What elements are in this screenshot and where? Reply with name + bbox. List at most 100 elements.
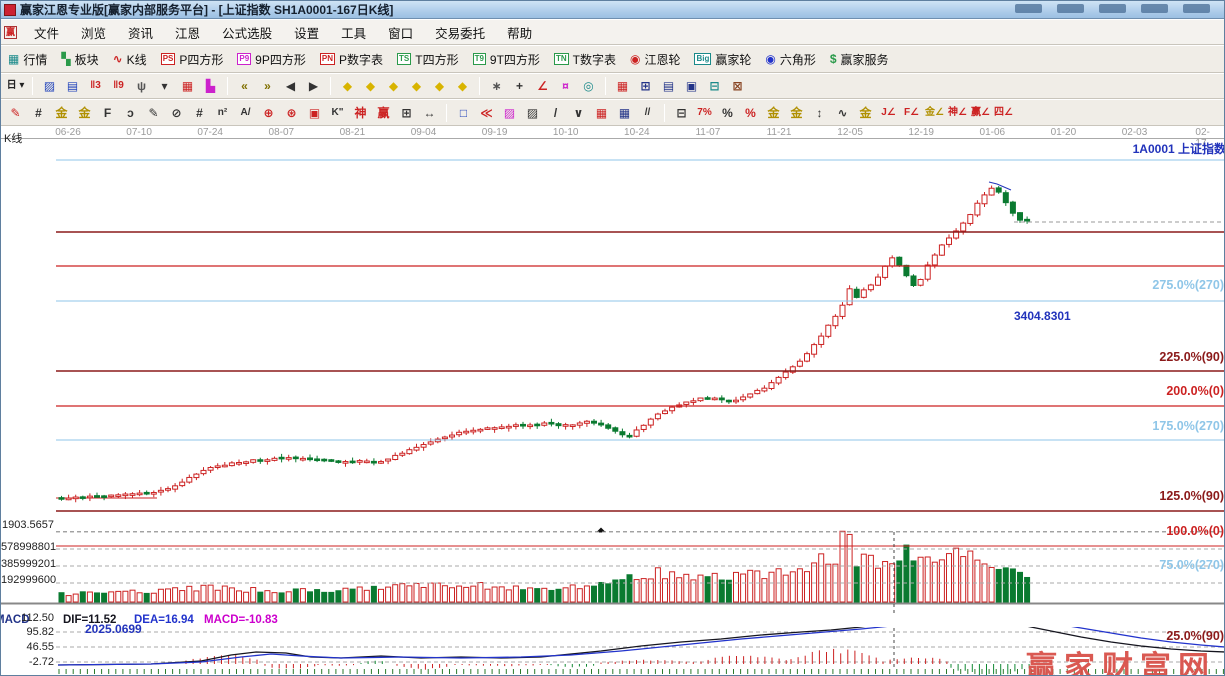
gold-line-icon[interactable]: 金	[786, 103, 807, 122]
menu-item[interactable]: 浏览	[70, 20, 117, 45]
toolbar-main-button[interactable]: P9 9P四方形	[230, 49, 312, 70]
angle-tool-icon[interactable]: ∠	[532, 77, 553, 96]
titlebar-button-4[interactable]	[1141, 4, 1168, 13]
ruler-123-icon[interactable]: ⊞	[396, 103, 417, 122]
percent-line-icon[interactable]: %	[740, 103, 761, 122]
toolbar-main-button[interactable]: ▦ 行情	[1, 49, 54, 70]
j-angle-icon[interactable]: J∠	[878, 103, 899, 122]
chart-canvas[interactable]	[1, 137, 1225, 676]
menu-item[interactable]: 交易委托	[424, 20, 496, 45]
shen-angle-icon[interactable]: 神∠	[947, 103, 968, 122]
measure-icon[interactable]: ↕	[809, 103, 830, 122]
gold-angle-icon[interactable]: 金∠	[924, 103, 945, 122]
gann-diamond-full-icon[interactable]: ◆	[452, 77, 473, 96]
toolbar-main-button[interactable]: PN P数字表	[313, 49, 390, 70]
last-bar-icon[interactable]: »	[257, 77, 278, 96]
titlebar-button-5[interactable]	[1183, 4, 1210, 13]
pin-tool-icon[interactable]: ψ	[131, 77, 152, 96]
gold-circle-icon[interactable]: 金	[763, 103, 784, 122]
menu-item[interactable]: 设置	[283, 20, 330, 45]
gann-diamond-v-icon[interactable]: ◆	[429, 77, 450, 96]
ying-angle-icon[interactable]: 赢∠	[970, 103, 991, 122]
percent-7-icon[interactable]: 7%	[694, 103, 715, 122]
pencil2-icon[interactable]: ✎	[143, 103, 164, 122]
toolbar-main-button[interactable]: PS P四方形	[154, 49, 231, 70]
toolbar-main-button[interactable]: $ 赢家服务	[823, 49, 896, 70]
toolbar-main-button[interactable]: TN T数字表	[547, 49, 623, 70]
chip-distribution-icon[interactable]: ▨	[39, 77, 60, 96]
grid-red-icon[interactable]: ▦	[591, 103, 612, 122]
grid-navy-icon[interactable]: ▦	[614, 103, 635, 122]
profile-chart-icon[interactable]: ▙	[200, 77, 221, 96]
titlebar-button-1[interactable]	[1015, 4, 1042, 13]
toolbar-main-button[interactable]: ◉ 江恩轮	[623, 49, 688, 70]
small-chart-3-icon[interactable]: ‖3	[85, 77, 106, 96]
grid-ruler-icon[interactable]: #	[28, 103, 49, 122]
period-day-select[interactable]: 日 ▾	[5, 77, 26, 96]
pin-dropdown[interactable]: ▾	[154, 77, 175, 96]
netdisk-icon[interactable]: ⊟	[704, 77, 725, 96]
workstation-icon[interactable]: ⊠	[727, 77, 748, 96]
v-line-icon[interactable]: ∨	[568, 103, 589, 122]
circle-grid-icon[interactable]: ⊘	[166, 103, 187, 122]
spiral-icon[interactable]: ɔ	[120, 103, 141, 122]
flower-tool-icon[interactable]: ¤	[555, 77, 576, 96]
star-target-icon[interactable]: ⊛	[281, 103, 302, 122]
wave-icon[interactable]: ∿	[832, 103, 853, 122]
trend-line-icon[interactable]: /	[545, 103, 566, 122]
next-bar-icon[interactable]: ▶	[303, 77, 324, 96]
calendar-icon[interactable]: ▦	[612, 77, 633, 96]
ying-ruler-icon[interactable]: 赢	[373, 103, 394, 122]
box-select-icon[interactable]: □	[453, 103, 474, 122]
titlebar-button-2[interactable]	[1057, 4, 1084, 13]
menu-item[interactable]: 文件	[23, 20, 70, 45]
brain-tool-icon[interactable]: ◎	[578, 77, 599, 96]
small-chart-9-icon[interactable]: ‖9	[108, 77, 129, 96]
grid2-icon[interactable]: #	[189, 103, 210, 122]
menu-item[interactable]: 帮助	[496, 20, 543, 45]
hand-tool-icon[interactable]: ∗	[486, 77, 507, 96]
toolbar-main-button[interactable]: Big 赢家轮	[687, 49, 758, 70]
percent-icon[interactable]: %	[717, 103, 738, 122]
box-grid-icon[interactable]: ▣	[304, 103, 325, 122]
save-icon[interactable]: ▣	[681, 77, 702, 96]
gold-grid-icon[interactable]: 金	[51, 103, 72, 122]
pencil-icon[interactable]: ✎	[5, 103, 26, 122]
calculator-icon[interactable]: ⊞	[635, 77, 656, 96]
gann-diamond-left-icon[interactable]: ◆	[337, 77, 358, 96]
k-mark-icon[interactable]: K"	[327, 103, 348, 122]
gann-diamond-right-icon[interactable]: ◆	[360, 77, 381, 96]
menu-item[interactable]: 资讯	[117, 20, 164, 45]
prev-bar-icon[interactable]: ◀	[280, 77, 301, 96]
parallel-lines-icon[interactable]: //	[637, 103, 658, 122]
gold-underline-icon[interactable]: 金	[855, 103, 876, 122]
width-arrows-icon[interactable]: ↔	[419, 103, 440, 122]
menu-item[interactable]: 工具	[330, 20, 377, 45]
fan-magenta-icon[interactable]: ▨	[499, 103, 520, 122]
n-squared-icon[interactable]: n²	[212, 103, 233, 122]
f-ruler-icon[interactable]: F	[97, 103, 118, 122]
f-angle-icon[interactable]: F∠	[901, 103, 922, 122]
gann-diamond-cross-icon[interactable]: ◆	[406, 77, 427, 96]
notebook-icon[interactable]: ▤	[658, 77, 679, 96]
toolbar-main-button[interactable]: TS T四方形	[390, 49, 466, 70]
titlebar-button-3[interactable]	[1099, 4, 1126, 13]
toolbar-main-button[interactable]: ∿ K线	[106, 49, 154, 70]
shen-ruler-icon[interactable]: 神	[350, 103, 371, 122]
a-line-icon[interactable]: A/	[235, 103, 256, 122]
gold-grid2-icon[interactable]: 金	[74, 103, 95, 122]
target-icon[interactable]: ⊕	[258, 103, 279, 122]
news-panel-icon[interactable]: ▤	[62, 77, 83, 96]
fan-dark-icon[interactable]: ▨	[522, 103, 543, 122]
menu-item[interactable]: 窗口	[377, 20, 424, 45]
toolbar-main-button[interactable]: T9 9T四方形	[466, 49, 547, 70]
menu-item[interactable]: 公式选股	[211, 20, 283, 45]
toolbar-main-button[interactable]: ▚ 板块	[54, 49, 105, 70]
menu-item[interactable]: 江恩	[164, 20, 211, 45]
gann-box-icon[interactable]: ▦	[177, 77, 198, 96]
gann-diamond-h-icon[interactable]: ◆	[383, 77, 404, 96]
four-angle-icon[interactable]: 四∠	[993, 103, 1014, 122]
fan-red-icon[interactable]: ≪	[476, 103, 497, 122]
crosshair-icon[interactable]: +	[509, 77, 530, 96]
toolbar-main-button[interactable]: ◉ 六角形	[758, 49, 823, 70]
